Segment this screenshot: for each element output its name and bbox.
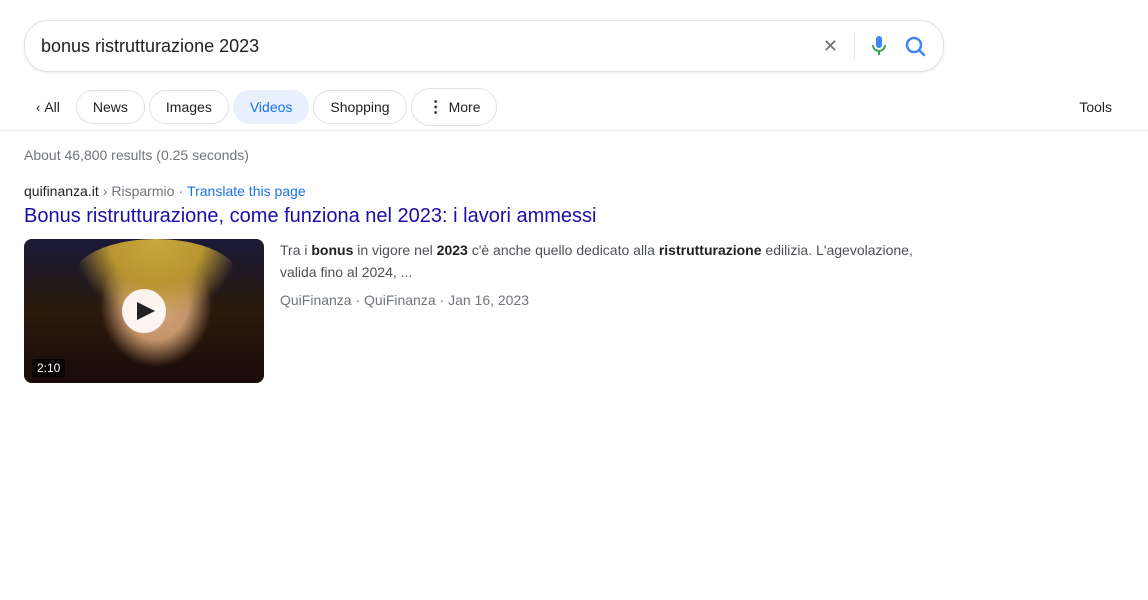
tab-images[interactable]: Images — [149, 90, 229, 124]
result-text-block: Tra i bonus in vigore nel 2023 c'è anche… — [280, 239, 924, 308]
tab-more[interactable]: ⋮ More — [411, 88, 498, 126]
video-thumbnail[interactable]: 2:10 — [24, 239, 264, 383]
chevron-left-icon: ‹ — [36, 100, 40, 115]
result-body: 2:10 Tra i bonus in vigore nel 2023 c'è … — [24, 239, 924, 383]
tab-videos[interactable]: Videos — [233, 90, 310, 124]
play-button[interactable] — [122, 289, 166, 333]
tools-button[interactable]: Tools — [1067, 91, 1124, 123]
more-dots-icon: ⋮ — [428, 97, 445, 117]
search-divider — [854, 32, 855, 60]
result-meta: QuiFinanza · QuiFinanza · Jan 16, 2023 — [280, 292, 924, 308]
tab-shopping-label: Shopping — [330, 99, 389, 115]
tab-more-label: More — [449, 99, 481, 115]
results-stats: About 46,800 results (0.25 seconds) — [24, 147, 1124, 163]
tab-videos-label: Videos — [250, 99, 293, 115]
result-site: quifinanza.it — [24, 183, 99, 199]
results-area: About 46,800 results (0.25 seconds) quif… — [0, 131, 1148, 407]
tabs-row: ‹ All News Images Videos Shopping ⋮ More… — [0, 84, 1148, 131]
breadcrumb-sep: › — [103, 183, 108, 199]
search-submit-icon[interactable] — [903, 34, 927, 58]
search-box: ✕ — [24, 20, 944, 72]
tab-all[interactable]: ‹ All — [24, 91, 72, 123]
search-input[interactable] — [41, 36, 807, 57]
result-title-link[interactable]: Bonus ristrutturazione, come funziona ne… — [24, 203, 924, 229]
tab-shopping[interactable]: Shopping — [313, 90, 406, 124]
breadcrumb-dot: · — [178, 183, 183, 199]
tab-news-label: News — [93, 99, 128, 115]
tab-images-label: Images — [166, 99, 212, 115]
result-item: quifinanza.it › Risparmio · Translate th… — [24, 183, 924, 383]
translate-this-page-link[interactable]: Translate this page — [187, 183, 306, 199]
tab-all-label: All — [44, 99, 60, 115]
mic-icon[interactable] — [867, 34, 891, 58]
search-bar-area: ✕ — [0, 0, 1148, 84]
clear-icon[interactable]: ✕ — [819, 32, 842, 61]
tab-news[interactable]: News — [76, 90, 145, 124]
result-breadcrumb: quifinanza.it › Risparmio · Translate th… — [24, 183, 924, 199]
video-duration: 2:10 — [32, 359, 65, 377]
tools-label: Tools — [1079, 99, 1112, 115]
result-snippet: Tra i bonus in vigore nel 2023 c'è anche… — [280, 239, 924, 284]
breadcrumb-path: Risparmio — [111, 183, 174, 199]
